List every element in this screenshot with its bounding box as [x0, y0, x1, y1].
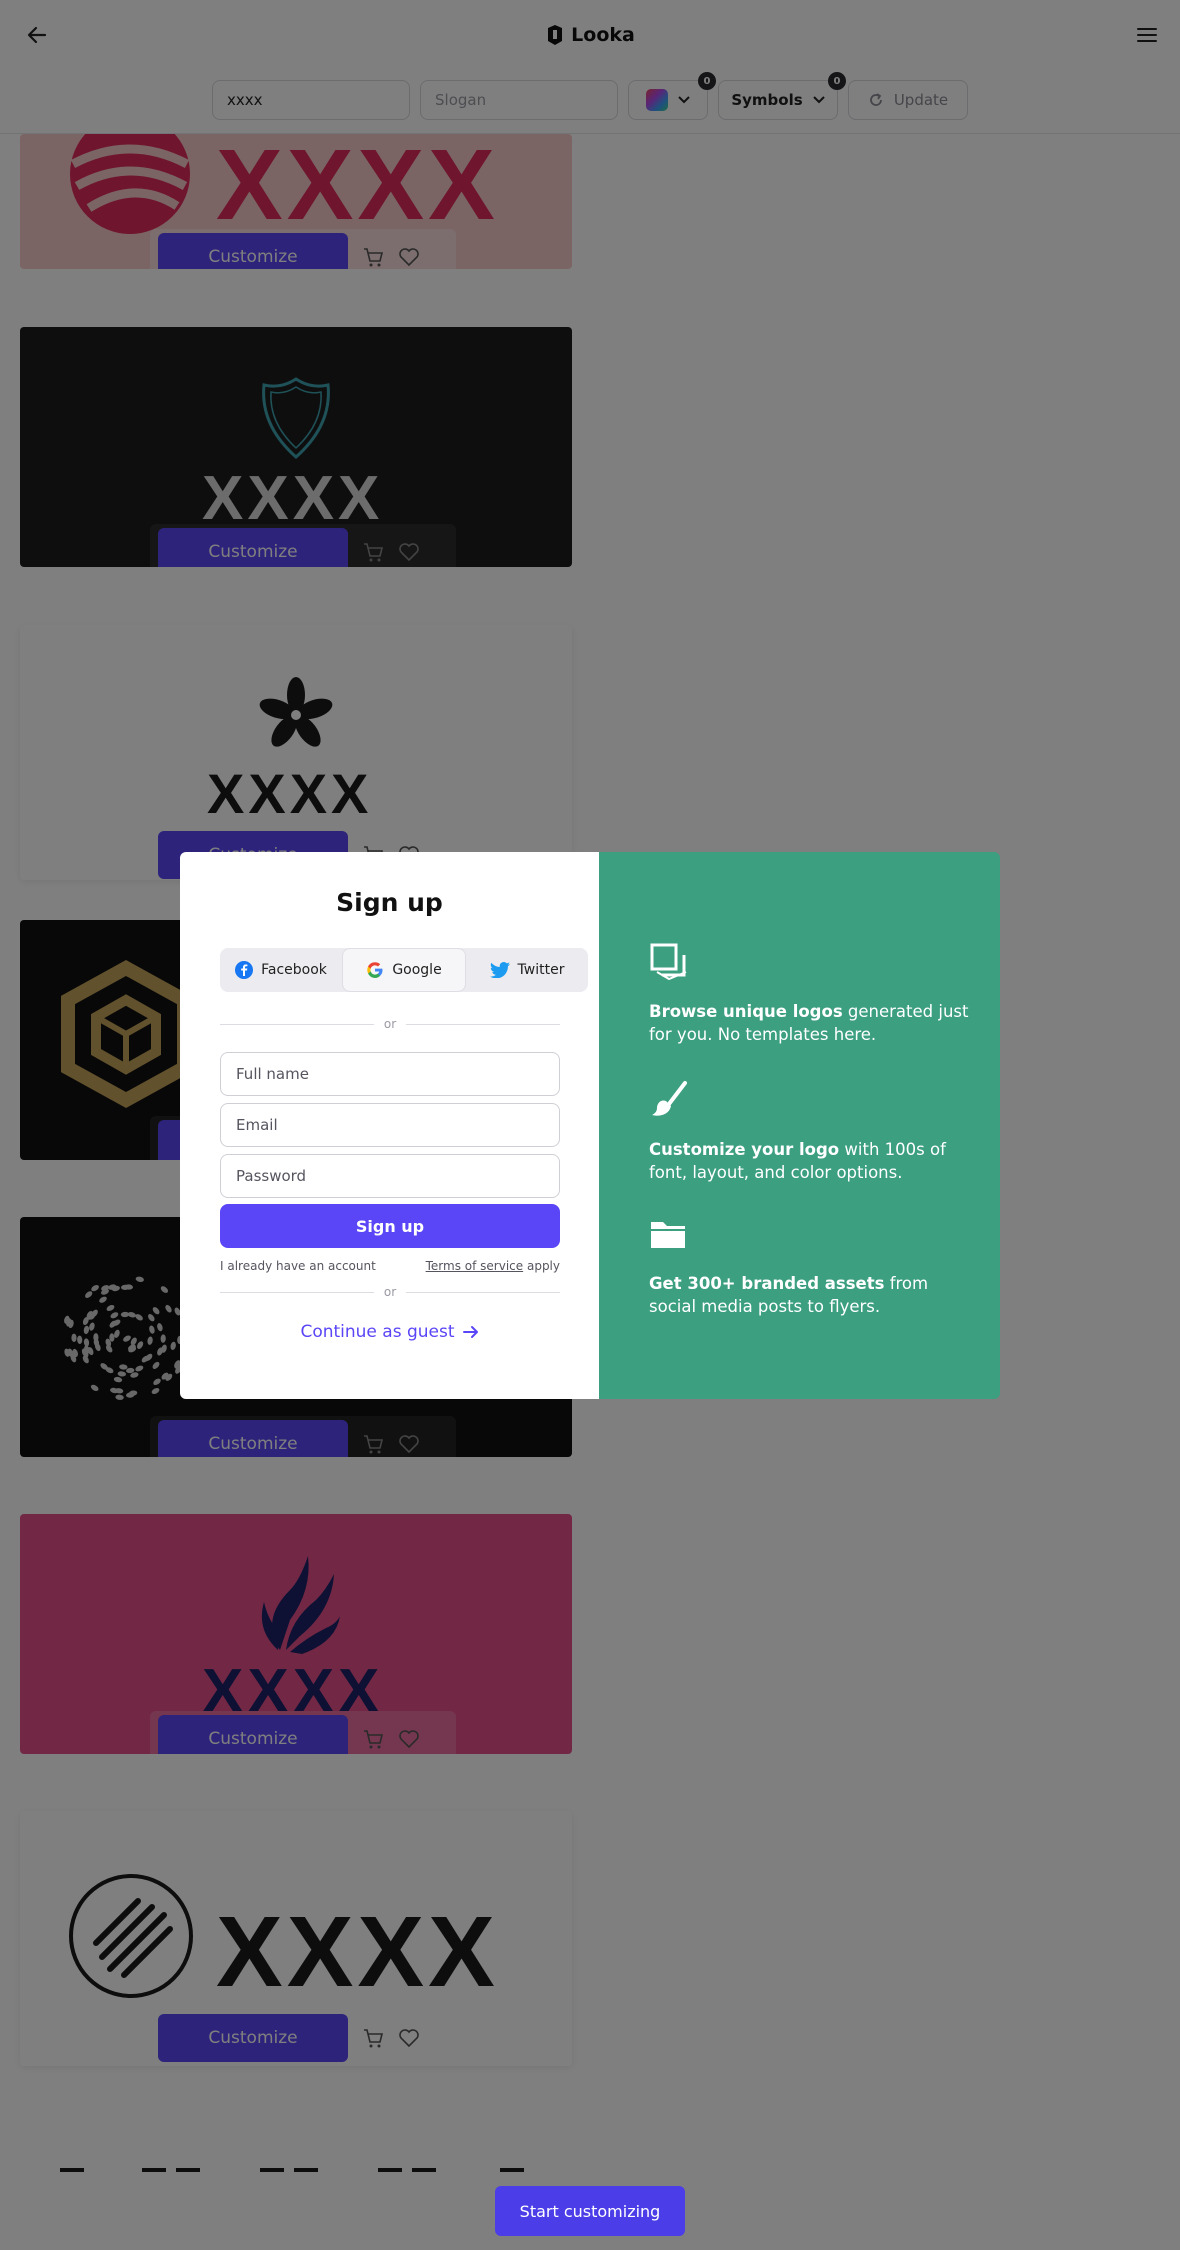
divider-line: [220, 1023, 374, 1025]
feature-bold: Browse unique logos: [649, 1002, 843, 1021]
continue-as-guest-link[interactable]: Continue as guest: [180, 1322, 599, 1342]
twitter-login-button[interactable]: Twitter: [466, 948, 588, 992]
start-customizing-button[interactable]: Start customizing: [495, 2186, 685, 2236]
facebook-label: Facebook: [261, 962, 327, 978]
terms-notice: Terms of service apply: [426, 1259, 560, 1273]
feature-item: Customize your logo with 100s of font, l…: [649, 1080, 969, 1184]
terms-of-service-link[interactable]: Terms of service: [426, 1259, 524, 1273]
logos-stack-icon: [650, 943, 687, 981]
feature-bold: Customize your logo: [649, 1140, 840, 1159]
facebook-login-button[interactable]: Facebook: [220, 948, 342, 992]
divider-text: or: [383, 1017, 397, 1031]
signup-submit-button[interactable]: Sign up: [220, 1204, 560, 1248]
divider-line: [406, 1291, 560, 1293]
google-login-button[interactable]: Google: [342, 948, 466, 992]
feature-text: Customize your logo with 100s of font, l…: [649, 1138, 969, 1184]
feature-item: Get 300+ branded assets from social medi…: [649, 1214, 969, 1318]
divider-text: or: [383, 1285, 397, 1299]
google-label: Google: [392, 962, 442, 978]
password-input[interactable]: [220, 1154, 560, 1198]
twitter-icon: [489, 962, 510, 978]
or-divider: or: [220, 1284, 560, 1300]
arrow-right-icon: [462, 1326, 478, 1338]
account-links-row: I already have an account Terms of servi…: [220, 1259, 560, 1273]
feature-item: Browse unique logos generated just for y…: [649, 942, 969, 1046]
divider-line: [406, 1023, 560, 1025]
or-divider: or: [220, 1016, 560, 1032]
signup-modal: Sign up Facebook Google Twitter or Full …: [180, 852, 1000, 1399]
feature-bold: Get 300+ branded assets: [649, 1274, 885, 1293]
twitter-label: Twitter: [517, 962, 565, 978]
terms-suffix: apply: [526, 1259, 560, 1273]
email-input[interactable]: [220, 1103, 560, 1147]
feature-text: Get 300+ branded assets from social medi…: [649, 1272, 969, 1318]
google-icon: [367, 962, 383, 978]
facebook-icon: [235, 961, 254, 979]
paintbrush-icon: [652, 1081, 687, 1116]
feature-text: Browse unique logos generated just for y…: [649, 1000, 969, 1046]
guest-label: Continue as guest: [300, 1322, 455, 1342]
social-login-group: Facebook Google Twitter: [220, 948, 588, 992]
features-panel: Browse unique logos generated just for y…: [599, 852, 1000, 1399]
signup-form-panel: Sign up Facebook Google Twitter or Full …: [180, 852, 599, 1399]
have-account-link[interactable]: I already have an account: [220, 1259, 376, 1273]
folder-icon: [651, 1222, 687, 1248]
modal-title: Sign up: [336, 888, 443, 917]
divider-line: [220, 1291, 374, 1293]
full-name-input[interactable]: [220, 1052, 560, 1096]
